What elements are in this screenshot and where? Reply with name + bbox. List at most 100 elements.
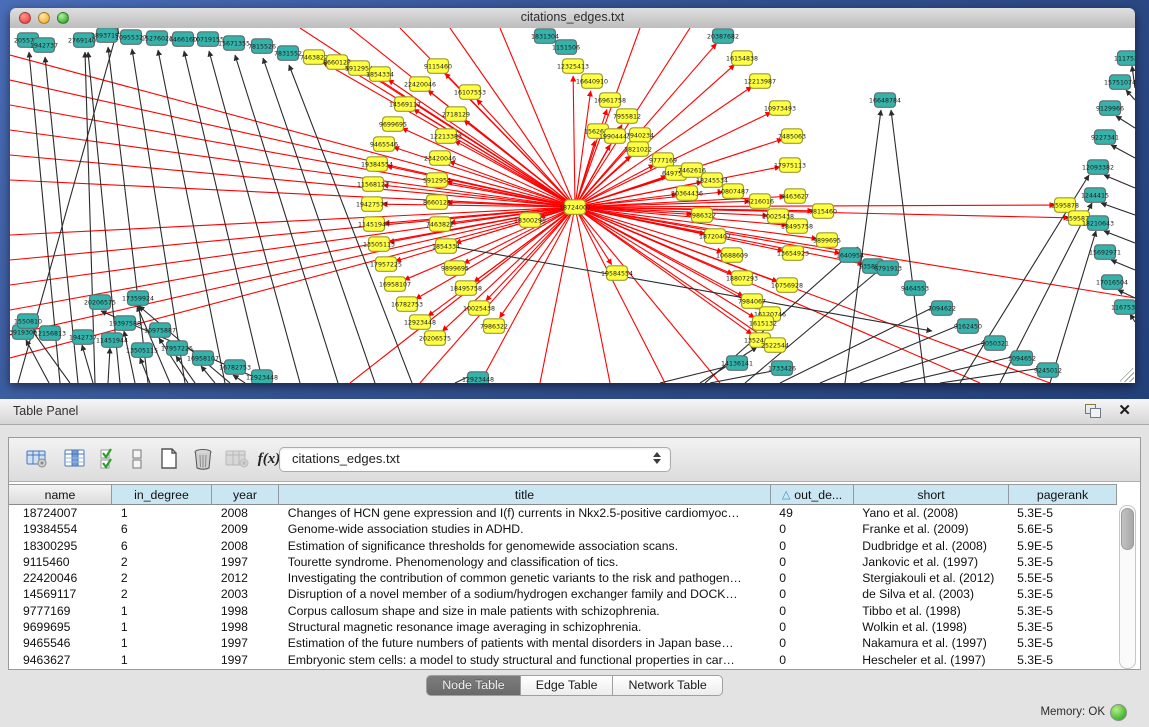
network-node[interactable]: 1151506 [552, 40, 580, 55]
network-node[interactable]: 12923448 [404, 315, 436, 330]
network-node[interactable]: 7940234 [626, 128, 654, 143]
table-row[interactable]: 969969511998Structural magnetic resonanc… [9, 619, 1116, 635]
network-node[interactable]: 1595878 [1051, 198, 1079, 213]
network-node[interactable]: 20387682 [707, 29, 739, 44]
table-row[interactable]: 946554611997Estimation of the future num… [9, 635, 1116, 651]
network-node[interactable]: 7986322 [688, 208, 716, 223]
network-node[interactable]: 9899695 [441, 261, 469, 276]
network-node[interactable]: 20206575 [419, 331, 451, 346]
rows-icon[interactable] [123, 445, 151, 473]
network-node[interactable]: 9464553 [901, 281, 929, 296]
network-node[interactable]: 12923448 [246, 370, 278, 383]
scrollbar-thumb[interactable] [1121, 508, 1134, 550]
network-node[interactable]: 9129966 [1096, 101, 1124, 116]
network-graph[interactable]: 2055723194273727691406189371911095532715… [10, 28, 1135, 383]
network-node[interactable]: 1854334 [366, 67, 394, 82]
tab-node-table[interactable]: Node Table [426, 675, 520, 696]
network-node[interactable]: 18720407 [699, 229, 731, 244]
network-node[interactable]: 14136141 [721, 356, 753, 371]
network-node[interactable]: 1942737 [69, 330, 97, 345]
table-row[interactable]: 2242004622012Investigating the contribut… [9, 570, 1116, 586]
vertical-scrollbar[interactable] [1119, 505, 1136, 669]
network-node[interactable]: 16648784 [869, 93, 901, 108]
zoom-window-icon[interactable] [57, 12, 69, 24]
network-node[interactable]: 20364436 [671, 186, 703, 201]
network-node[interactable]: 1640954 [836, 248, 864, 262]
table-row[interactable]: 1456911722003Disruption of a novel membe… [9, 586, 1116, 602]
network-node[interactable]: 1550810 [14, 314, 42, 329]
network-node[interactable]: 15692971 [1089, 245, 1121, 259]
column-header-short[interactable]: short [854, 484, 1009, 505]
float-window-icon[interactable] [1085, 404, 1101, 418]
network-node[interactable]: 1942737 [30, 38, 58, 53]
network-node[interactable]: 8660128 [423, 195, 451, 210]
network-node[interactable]: 7955812 [613, 109, 641, 124]
network-node[interactable]: 2522544 [761, 338, 789, 353]
network-node[interactable]: 9227341 [1091, 130, 1119, 145]
column-header-pagerank[interactable]: pagerank [1009, 484, 1117, 505]
network-node[interactable]: 1821022 [624, 142, 652, 157]
network-node[interactable]: 9463627 [781, 189, 809, 204]
network-node[interactable]: 16961758 [594, 93, 626, 108]
network-node[interactable]: 11451944 [96, 333, 128, 348]
network-node[interactable]: 1615132 [749, 316, 777, 331]
table-column-icon[interactable] [61, 445, 89, 473]
network-node[interactable]: 22420046 [404, 77, 436, 92]
network-node[interactable]: 1854334 [432, 239, 460, 254]
tab-network-table[interactable]: Network Table [613, 675, 722, 696]
network-node[interactable]: 1167531 [1111, 300, 1135, 315]
network-node[interactable]: 9115460 [424, 59, 452, 74]
network-window-titlebar[interactable]: citations_edges.txt [10, 8, 1135, 29]
network-node[interactable]: 16782753 [219, 360, 251, 375]
network-node[interactable]: 9162450 [954, 319, 982, 334]
network-node[interactable]: 5912954 [423, 173, 451, 188]
network-node[interactable]: 7485063 [778, 129, 806, 144]
table-settings-icon[interactable] [23, 445, 51, 473]
network-node[interactable]: 2718129 [442, 107, 470, 122]
network-node[interactable]: 16154838 [726, 51, 758, 66]
table-selector-dropdown[interactable]: citations_edges.txt [279, 447, 671, 472]
network-node[interactable]: 1244415 [1081, 188, 1109, 203]
network-node[interactable]: 1117532 [1114, 51, 1135, 66]
minimize-window-icon[interactable] [38, 12, 50, 24]
network-node[interactable]: 9245012 [1034, 363, 1062, 378]
network-node[interactable]: 7984067 [738, 294, 766, 309]
network-node[interactable]: 1733426 [768, 361, 796, 376]
network-node[interactable]: 9899695 [813, 233, 841, 248]
network-node[interactable]: 7815526 [248, 39, 276, 54]
network-node[interactable]: 19427577 [356, 197, 388, 212]
network-node[interactable]: 6216016 [746, 194, 774, 209]
table-row[interactable]: 1938455462009Genome-wide association stu… [9, 521, 1116, 537]
table-row[interactable]: 946362711997Embryonic stem cells: a mode… [9, 652, 1116, 668]
network-node[interactable]: 17957225 [370, 257, 402, 272]
network-node[interactable]: 17957225 [161, 341, 193, 356]
network-node[interactable]: 16640910 [576, 74, 608, 89]
close-panel-icon[interactable]: ✕ [1118, 401, 1131, 419]
column-header-year[interactable]: year [212, 484, 279, 505]
network-node[interactable]: 17016504 [1096, 275, 1128, 290]
table-row[interactable]: 911546021997Tourette syndrome. Phenomeno… [9, 554, 1116, 570]
select-apply-icon[interactable] [95, 445, 123, 473]
network-node[interactable]: 9815460 [809, 204, 837, 219]
column-header-title[interactable]: title [279, 484, 771, 505]
network-node[interactable]: 12093382 [1082, 160, 1114, 175]
delete-rows-icon[interactable] [189, 445, 217, 473]
network-node[interactable]: 12325413 [557, 59, 589, 74]
network-node[interactable]: 7986322 [480, 319, 508, 334]
tab-edge-table[interactable]: Edge Table [521, 675, 614, 696]
table-row[interactable]: 1872400712008Changes of HCN gene express… [9, 505, 1116, 521]
column-header-in_degree[interactable]: in_degree [112, 484, 212, 505]
network-node[interactable]: 9465546 [370, 137, 398, 152]
network-node[interactable]: 17975113 [774, 158, 806, 173]
network-node[interactable]: 12923448 [462, 372, 494, 383]
new-table-icon[interactable] [155, 445, 183, 473]
resize-grip-icon[interactable] [1120, 368, 1134, 382]
network-node[interactable]: 23420046 [424, 151, 456, 166]
network-canvas[interactable]: 2055723194273727691406189371911095532715… [10, 28, 1135, 383]
network-node[interactable]: 1094622 [928, 301, 956, 316]
network-node[interactable]: 15751074 [1104, 75, 1135, 90]
network-node[interactable]: 9699695 [379, 117, 407, 132]
network-node[interactable]: 7831552 [274, 46, 302, 61]
network-node[interactable]: 10975887 [144, 323, 176, 338]
network-node[interactable]: 1094652 [1008, 351, 1036, 366]
